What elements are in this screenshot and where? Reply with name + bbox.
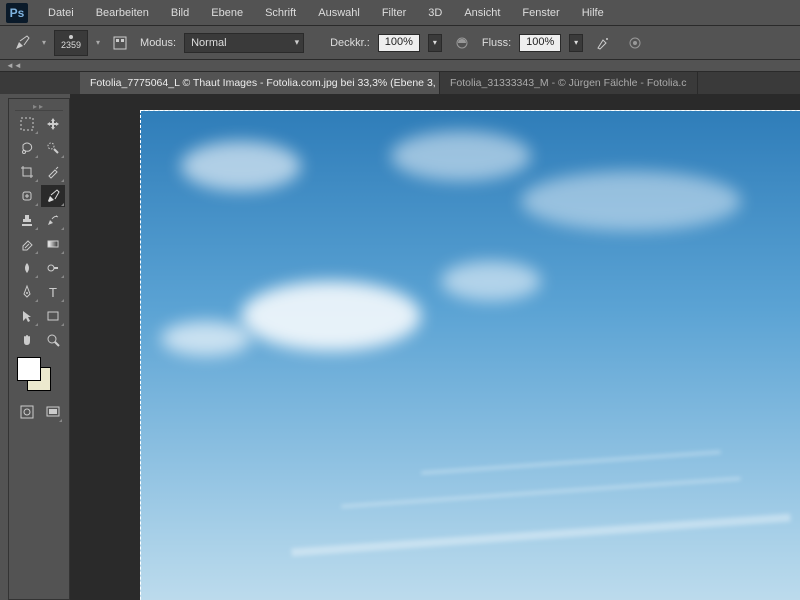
move-tool[interactable] xyxy=(41,113,65,135)
airbrush-icon[interactable] xyxy=(591,31,615,55)
opacity-dropdown[interactable]: ▾ xyxy=(428,34,442,52)
crop-tool[interactable] xyxy=(15,161,39,183)
document-tab-active[interactable]: Fotolia_7775064_L © Thaut Images - Fotol… xyxy=(80,72,440,94)
menu-select[interactable]: Auswahl xyxy=(308,3,370,23)
history-brush-tool[interactable] xyxy=(41,209,65,231)
healing-tool[interactable] xyxy=(15,185,39,207)
menu-window[interactable]: Fenster xyxy=(512,3,569,23)
current-tool-icon[interactable] xyxy=(10,31,34,55)
brush-panel-toggle[interactable] xyxy=(108,31,132,55)
menu-file[interactable]: Datei xyxy=(38,3,84,23)
flow-input[interactable]: 100% xyxy=(519,34,561,52)
gradient-tool[interactable] xyxy=(41,233,65,255)
lasso-tool[interactable] xyxy=(15,137,39,159)
blend-mode-value: Normal xyxy=(191,37,226,49)
screenmode-tool[interactable] xyxy=(43,401,63,423)
chevron-down-icon[interactable]: ▾ xyxy=(96,38,100,47)
sky-cloud xyxy=(391,131,531,181)
tools-panel: ▸▸ T xyxy=(8,98,70,600)
quickmask-tool[interactable] xyxy=(17,401,37,423)
opacity-label: Deckkr.: xyxy=(330,37,370,49)
stamp-tool[interactable] xyxy=(15,209,39,231)
document-tab[interactable]: Fotolia_31333343_M - © Jürgen Fälchle - … xyxy=(440,72,698,94)
color-swatches[interactable] xyxy=(17,357,61,393)
brush-size-preset[interactable]: 2359 xyxy=(54,30,88,56)
document-tab-bar: Fotolia_7775064_L © Thaut Images - Fotol… xyxy=(0,72,800,94)
brush-size-value: 2359 xyxy=(61,40,81,50)
tab-label: Fotolia_7775064_L © Thaut Images - Fotol… xyxy=(90,77,440,89)
blur-tool[interactable] xyxy=(15,257,39,279)
menu-type[interactable]: Schrift xyxy=(255,3,306,23)
menu-layer[interactable]: Ebene xyxy=(201,3,253,23)
pen-tool[interactable] xyxy=(15,281,39,303)
foreground-swatch[interactable] xyxy=(17,357,41,381)
quick-select-tool[interactable] xyxy=(41,137,65,159)
canvas-area[interactable] xyxy=(70,94,800,600)
eyedropper-tool[interactable] xyxy=(41,161,65,183)
sky-streak xyxy=(421,451,720,475)
sky-cloud xyxy=(241,281,421,351)
tablet-size-icon[interactable] xyxy=(623,31,647,55)
path-select-tool[interactable] xyxy=(15,305,39,327)
document-canvas[interactable] xyxy=(140,110,800,600)
brush-tool[interactable] xyxy=(41,185,65,207)
app-logo: Ps xyxy=(6,3,28,23)
type-tool[interactable]: T xyxy=(41,281,65,303)
tablet-opacity-icon[interactable] xyxy=(450,31,474,55)
menu-bar: Ps Datei Bearbeiten Bild Ebene Schrift A… xyxy=(0,0,800,26)
zoom-tool[interactable] xyxy=(41,329,65,351)
sky-streak xyxy=(341,477,740,508)
sky-cloud xyxy=(181,141,301,191)
marquee-tool[interactable] xyxy=(15,113,39,135)
menu-help[interactable]: Hilfe xyxy=(572,3,614,23)
blend-mode-select[interactable]: Normal xyxy=(184,33,304,53)
eraser-tool[interactable] xyxy=(15,233,39,255)
options-bar: ▾ 2359 ▾ Modus: Normal Deckkr.: 100% ▾ F… xyxy=(0,26,800,60)
sky-cloud xyxy=(441,261,541,301)
menu-3d[interactable]: 3D xyxy=(418,3,452,23)
menu-image[interactable]: Bild xyxy=(161,3,199,23)
sky-streak xyxy=(291,514,790,557)
opacity-input[interactable]: 100% xyxy=(378,34,420,52)
hand-tool[interactable] xyxy=(15,329,39,351)
chevron-down-icon[interactable]: ▾ xyxy=(42,38,46,47)
menu-filter[interactable]: Filter xyxy=(372,3,416,23)
tab-label: Fotolia_31333343_M - © Jürgen Fälchle - … xyxy=(450,77,687,89)
flow-label: Fluss: xyxy=(482,37,511,49)
panel-grip[interactable]: ▸▸ xyxy=(15,103,63,111)
workspace: ▸▸ T xyxy=(0,94,800,600)
dodge-tool[interactable] xyxy=(41,257,65,279)
menu-edit[interactable]: Bearbeiten xyxy=(86,3,159,23)
mode-label: Modus: xyxy=(140,37,176,49)
sky-cloud xyxy=(521,171,741,231)
flow-dropdown[interactable]: ▾ xyxy=(569,34,583,52)
collapse-handle[interactable]: ◄◄ xyxy=(0,60,800,72)
sky-cloud xyxy=(161,321,251,356)
menu-view[interactable]: Ansicht xyxy=(454,3,510,23)
svg-text:T: T xyxy=(49,285,57,300)
shape-tool[interactable] xyxy=(41,305,65,327)
